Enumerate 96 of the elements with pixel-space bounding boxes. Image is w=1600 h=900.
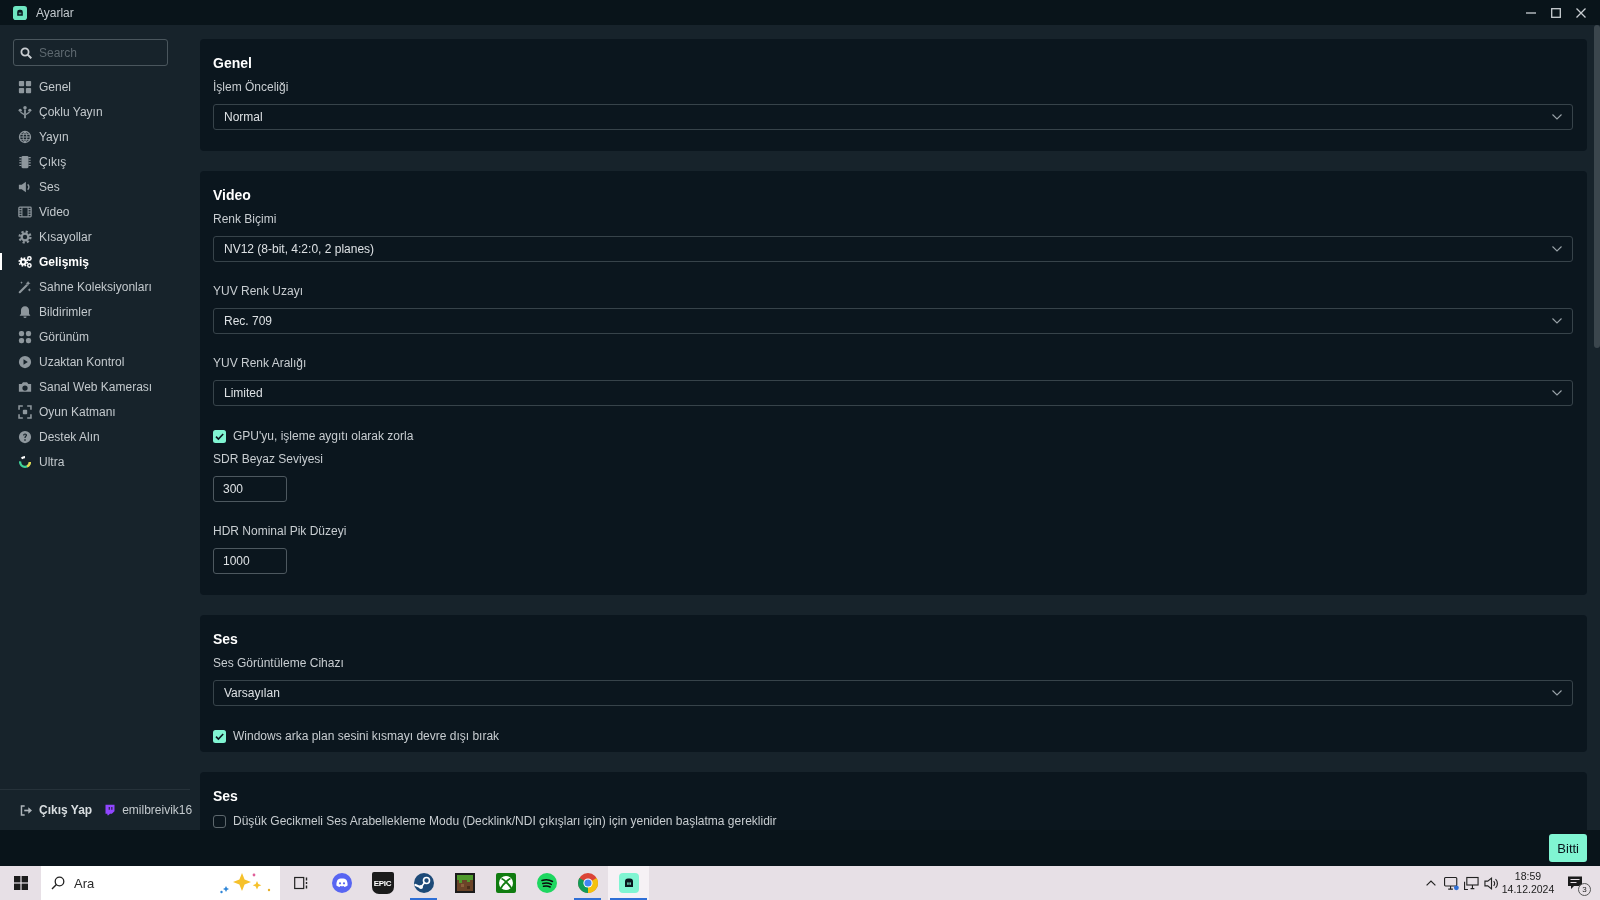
grass-block-icon — [454, 873, 475, 893]
done-button[interactable]: Bitti — [1549, 834, 1587, 862]
search-icon — [20, 47, 32, 59]
checkbox[interactable] — [213, 729, 226, 743]
sidebar-item[interactable]: Görünüm — [0, 324, 190, 349]
checkbox-label: Windows arka plan sesini kısmayı devre dışı bırak — [233, 729, 500, 743]
sidebar-item[interactable]: Destek Alın — [0, 424, 190, 449]
search-field[interactable]: Ara — [41, 866, 280, 900]
chevron-down-icon — [1552, 114, 1562, 120]
gears-icon — [18, 254, 32, 269]
section-title: Ses — [213, 630, 239, 648]
sidebar-item[interactable]: Bildirimler — [0, 299, 190, 324]
squares-icon[interactable] — [13, 876, 28, 890]
window-title: Ayarlar — [36, 5, 74, 20]
sidebar-item[interactable]: Sanal Web Kamerası — [0, 374, 190, 399]
speaker-icon[interactable] — [1483, 875, 1499, 891]
app-logo-icon — [618, 873, 639, 893]
logo-badge: EPIC — [371, 872, 394, 894]
maximize-icon[interactable] — [1551, 7, 1561, 18]
search-icon — [51, 876, 65, 890]
help-icon — [18, 429, 32, 444]
mask-face-icon — [331, 873, 352, 893]
chevron-down-icon — [1552, 246, 1562, 252]
play-icon — [18, 354, 32, 369]
sparkles-icon — [220, 872, 272, 894]
field-label: HDR Nominal Pik Düzeyi — [213, 523, 348, 540]
corners-icon — [18, 404, 32, 419]
camera-icon — [18, 379, 32, 394]
wand-icon — [18, 279, 32, 294]
sidebar-item[interactable]: Oyun Katmanı — [0, 399, 190, 424]
field-label: YUV Renk Aralığı — [213, 355, 308, 372]
section-title: Ses — [213, 787, 239, 805]
field-label: SDR Beyaz Seviyesi — [213, 451, 325, 468]
sidebar-item[interactable]: Yayın — [0, 124, 190, 149]
sidebar-item[interactable]: Gelişmiş — [0, 249, 190, 274]
logout-icon — [20, 804, 33, 816]
account-name: emilbreivik16 — [122, 803, 193, 817]
desktop-icon[interactable] — [1463, 875, 1479, 891]
monitor-icon[interactable] — [1443, 875, 1459, 891]
checkbox-label: Düşük Gecikmeli Ses Arabellekleme Modu (Decklink/NDI çıkışları için) için yeniden başlatma gereklidir — [233, 814, 777, 828]
field-label: İşlem Önceliği — [213, 79, 290, 96]
app-logo-icon — [13, 5, 27, 20]
sidebar-item[interactable]: Genel — [0, 74, 190, 99]
taskbar-button[interactable] — [608, 866, 649, 900]
notification-count: 3 — [1578, 883, 1591, 896]
sidebar-item[interactable]: Ultra — [0, 449, 190, 474]
sidebar-item[interactable]: Sahne Koleksiyonları — [0, 274, 190, 299]
chevron-down-icon — [1552, 390, 1562, 396]
bell-icon — [18, 304, 32, 319]
caret-up-icon[interactable] — [1426, 880, 1436, 886]
speaker-icon — [18, 179, 32, 194]
dropdown[interactable]: Normal — [213, 104, 1573, 130]
chevron-down-icon — [1552, 690, 1562, 696]
disc-logo-icon — [413, 873, 434, 893]
gear-icon — [18, 229, 32, 244]
number-field[interactable]: 300 — [213, 476, 287, 502]
branch-icon — [18, 104, 32, 119]
field-label: YUV Renk Uzayı — [213, 283, 305, 300]
chip-icon — [18, 154, 32, 169]
sidebar-item[interactable]: Çıkış — [0, 149, 190, 174]
sidebar-item[interactable]: Kısayollar — [0, 224, 190, 249]
sidebar-item[interactable]: Uzaktan Kontrol — [0, 349, 190, 374]
grid-icon — [18, 79, 32, 94]
film-icon — [18, 204, 32, 219]
scrollbar-thumb[interactable] — [1594, 25, 1600, 348]
x-sphere-icon — [495, 873, 516, 893]
field-label: Ses Görüntüleme Cihazı — [213, 655, 345, 672]
sidebar-item[interactable]: Video — [0, 199, 190, 224]
logout-button[interactable]: Çıkış Yap — [20, 803, 93, 817]
chevron-down-icon — [1552, 318, 1562, 324]
dropdown[interactable]: NV12 (8-bit, 4:2:0, 2 planes) — [213, 236, 1573, 262]
task-view-icon[interactable] — [293, 876, 308, 890]
sound-arcs-icon — [536, 873, 557, 893]
sidebar-item[interactable]: Çoklu Yayın — [0, 99, 190, 124]
section-title: Genel — [213, 54, 253, 72]
clock-time: 18:59 — [1514, 870, 1542, 883]
checkbox[interactable] — [213, 814, 226, 828]
segmented-circle-icon — [577, 873, 598, 893]
dropdown[interactable]: Rec. 709 — [213, 308, 1573, 334]
tiles-icon — [18, 329, 32, 344]
close-icon[interactable] — [1576, 7, 1586, 18]
field-label: Renk Biçimi — [213, 211, 278, 228]
dropdown[interactable]: Varsayılan — [213, 680, 1573, 706]
clock-date: 14.12.2024 — [1501, 883, 1555, 896]
dropdown[interactable]: Limited — [213, 380, 1573, 406]
sidebar-item[interactable]: Ses — [0, 174, 190, 199]
message-icon[interactable] — [1567, 875, 1583, 891]
checkbox[interactable] — [213, 429, 226, 443]
checkbox-label: GPU'yu, işleme aygıtı olarak zorla — [233, 429, 414, 443]
section-title: Video — [213, 186, 252, 204]
number-field[interactable]: 1000 — [213, 548, 287, 574]
taskbar-button[interactable]: EPIC — [362, 866, 403, 900]
chat-bubble-icon — [104, 804, 117, 816]
ring-icon — [18, 454, 32, 469]
search-field[interactable]: Search — [13, 39, 168, 66]
globe-icon — [18, 129, 32, 144]
